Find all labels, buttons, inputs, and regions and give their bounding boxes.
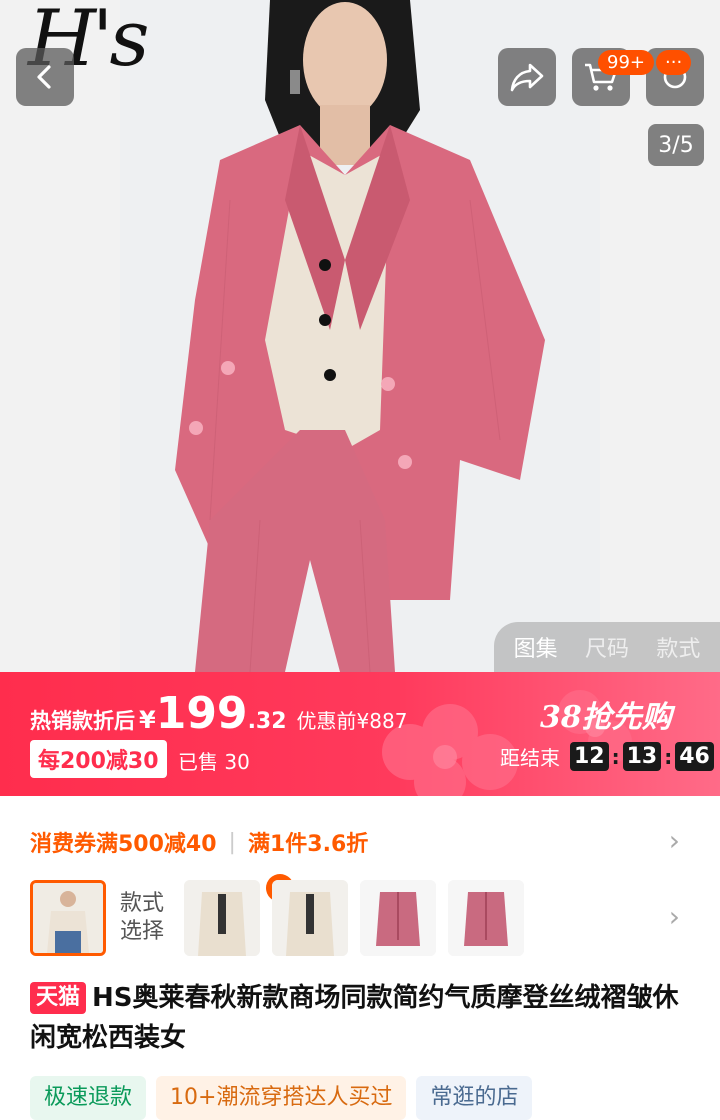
original-price: 优惠前¥887 — [296, 709, 408, 733]
tag-frequent-store[interactable]: 常逛的店 — [416, 1076, 533, 1120]
share-button[interactable] — [498, 48, 556, 106]
chevron-right-icon[interactable]: › — [669, 900, 680, 933]
discount-coupon-badge: 每200减30 — [30, 740, 167, 778]
product-tags: 极速退款 10+潮流穿搭达人买过 常逛的店 — [30, 1076, 533, 1120]
countdown-minutes: 13 — [622, 742, 662, 771]
promo-label: 热销款折后 — [30, 709, 135, 733]
countdown: 距结束 12 : 13 : 46 — [500, 742, 716, 771]
countdown-label: 距结束 — [500, 746, 560, 770]
style-thumbnail[interactable] — [448, 880, 524, 956]
colon: : — [664, 744, 673, 769]
gallery-tabs: 图集 尺码 款式 — [494, 622, 720, 672]
style-label-line2: 选择 — [120, 919, 165, 944]
price-integer: 199 — [155, 688, 248, 739]
style-thumbnail[interactable] — [184, 880, 260, 956]
style-select-label: 款式 选择 — [120, 890, 164, 946]
colon: : — [611, 744, 620, 769]
divider: | — [228, 829, 236, 855]
thumbnail-image — [360, 880, 436, 956]
tag-fast-refund[interactable]: 极速退款 — [30, 1076, 147, 1120]
tab-gallery[interactable]: 图集 — [514, 631, 558, 663]
discount-offer: 满1件3.6折 — [247, 832, 369, 857]
tab-style[interactable]: 款式 — [656, 631, 700, 663]
product-title-text: HS奥莱春秋新款商场同款简约气质摩登丝绒褶皱休闲宽松西装女 — [30, 983, 679, 1053]
sold-count: 已售 30 — [178, 750, 250, 774]
chevron-left-icon — [37, 65, 51, 89]
price-line: 热销款折后 ¥ 199 .32 优惠前¥887 — [30, 688, 407, 739]
style-thumbnail[interactable] — [360, 880, 436, 956]
message-badge: ··· — [656, 50, 692, 75]
tmall-badge: 天猫 — [30, 982, 87, 1014]
thumbnail-image — [272, 880, 348, 956]
chevron-right-icon[interactable]: › — [669, 824, 680, 857]
countdown-hours: 12 — [570, 742, 609, 771]
event-title: 38抢先购 — [540, 700, 672, 735]
thumbnail-image — [448, 880, 524, 956]
style-thumbnail[interactable] — [30, 880, 106, 956]
countdown-seconds: 46 — [675, 742, 714, 771]
cart-count-badge: 99+ — [598, 50, 654, 75]
coupon-row[interactable]: 消费券满500减40 | 满1件3.6折 — [30, 826, 690, 858]
product-image-carousel[interactable]: H's 99+ ··· 3/5 图集 尺码 款式 — [0, 0, 720, 672]
back-button[interactable] — [16, 48, 74, 106]
currency-symbol: ¥ — [139, 706, 156, 734]
share-icon — [510, 63, 544, 92]
product-title: 天猫 HS奥莱春秋新款商场同款简约气质摩登丝绒褶皱休闲宽松西装女 — [30, 978, 690, 1058]
style-selector: 款式 选择 🔥 — [30, 874, 720, 958]
tag-influencer[interactable]: 10+潮流穿搭达人买过 — [156, 1076, 407, 1120]
style-label-line1: 款式 — [120, 891, 165, 916]
tab-size[interactable]: 尺码 — [585, 631, 629, 663]
price-decimal: .32 — [247, 709, 287, 734]
coupon-offer: 消费券满500减40 — [30, 832, 217, 857]
promo-banner: 热销款折后 ¥ 199 .32 优惠前¥887 每200减30 已售 30 38… — [0, 672, 720, 796]
image-counter: 3/5 — [648, 124, 704, 166]
thumbnail-image — [33, 883, 103, 953]
thumbnail-image — [184, 880, 260, 956]
style-thumbnail[interactable] — [272, 880, 348, 956]
